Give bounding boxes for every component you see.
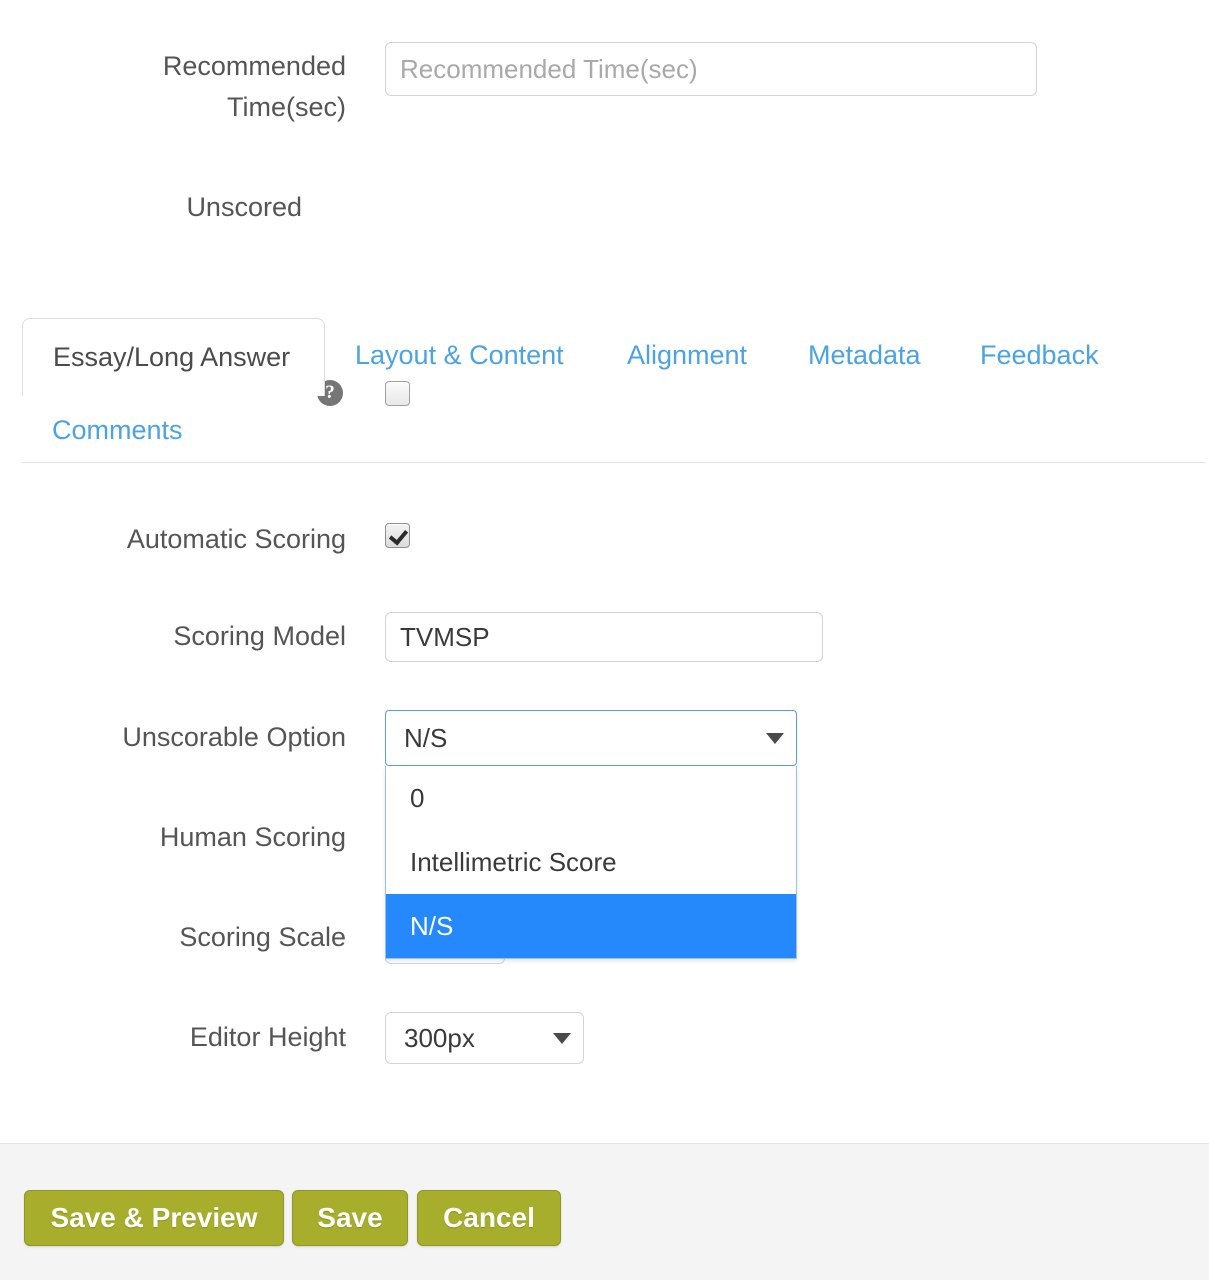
tab-label: Layout & Content (355, 340, 564, 370)
chevron-down-icon (553, 1032, 571, 1044)
tab-feedback[interactable]: Feedback (980, 342, 1099, 369)
editor-height-label: Editor Height (189, 1022, 346, 1052)
tab-divider (22, 462, 1205, 463)
cancel-button[interactable]: Cancel (417, 1190, 561, 1246)
chevron-down-icon (766, 732, 784, 744)
save-label: Save (317, 1202, 383, 1233)
tab-essay-long-answer[interactable]: Essay/Long Answer (22, 318, 325, 396)
automatic-scoring-checkbox[interactable] (385, 523, 410, 548)
tab-strip: Essay/Long Answer Layout & Content Align… (22, 318, 1205, 456)
scoring-model-label: Scoring Model (173, 621, 346, 651)
tab-label: Alignment (627, 340, 748, 370)
recommended-time-label: Recommended Time(sec) (162, 51, 346, 122)
tab-label: Comments (52, 415, 183, 445)
tab-metadata[interactable]: Metadata (808, 342, 921, 369)
tab-label: Metadata (808, 340, 921, 370)
tab-label: Essay/Long Answer (53, 342, 291, 372)
dropdown-option-2[interactable]: N/S (386, 894, 796, 958)
editor-height-value: 300px (404, 1022, 475, 1053)
question-settings-page: Recommended Time(sec) Unscored ? Essay/L… (0, 0, 1209, 1280)
unscorable-option-label: Unscorable Option (122, 722, 346, 752)
tab-alignment[interactable]: Alignment (627, 342, 747, 369)
automatic-scoring-label: Automatic Scoring (126, 524, 346, 554)
save-and-preview-label: Save & Preview (50, 1202, 258, 1233)
save-and-preview-button[interactable]: Save & Preview (24, 1190, 284, 1246)
editor-height-select[interactable]: 300px (385, 1012, 584, 1064)
human-scoring-label: Human Scoring (159, 822, 346, 852)
recommended-time-input[interactable] (385, 42, 1037, 96)
unscored-label: Unscored (186, 192, 302, 222)
dropdown-option-1[interactable]: Intellimetric Score (386, 830, 796, 894)
tab-layout-content[interactable]: Layout & Content (355, 342, 564, 369)
dropdown-option-label: 0 (410, 783, 425, 813)
tab-list: Essay/Long Answer Layout & Content Align… (22, 318, 1205, 456)
save-button[interactable]: Save (292, 1190, 408, 1246)
tab-comments[interactable]: Comments (52, 417, 183, 444)
dropdown-option-label: Intellimetric Score (410, 847, 617, 877)
unscorable-option-value: N/S (404, 722, 448, 753)
scoring-model-input[interactable] (385, 612, 823, 662)
unscorable-option-dropdown-list[interactable]: 0 Intellimetric Score N/S (385, 766, 797, 959)
scoring-scale-label: Scoring Scale (179, 922, 346, 952)
cancel-label: Cancel (443, 1202, 535, 1233)
unscorable-option-select[interactable]: N/S (385, 710, 797, 766)
dropdown-option-label: N/S (410, 911, 454, 941)
dropdown-option-0[interactable]: 0 (386, 766, 796, 830)
footer-bar: Save & Preview Save Cancel (0, 1143, 1209, 1280)
tab-label: Feedback (980, 340, 1099, 370)
